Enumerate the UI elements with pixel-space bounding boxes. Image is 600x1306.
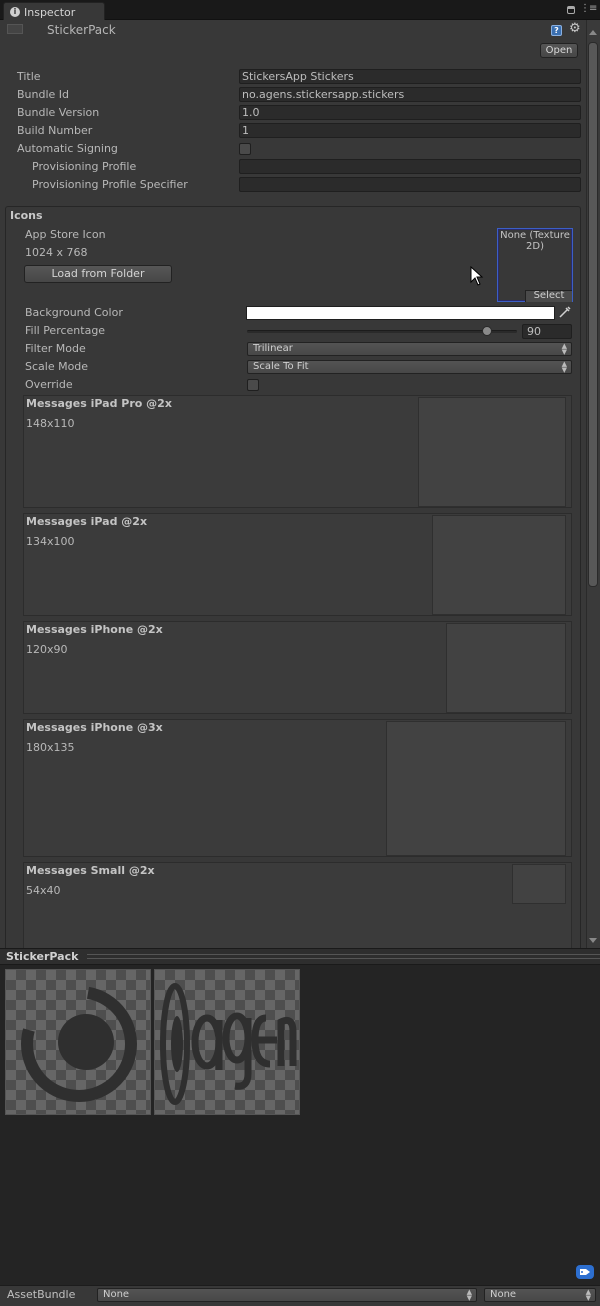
provisioning-specifier-field[interactable] bbox=[239, 177, 581, 192]
fill-percentage-value[interactable]: 90 bbox=[522, 324, 572, 339]
dropdown-arrow-icon: ▲ ▼ bbox=[561, 342, 567, 356]
panel-title: Messages iPhone @2x bbox=[26, 623, 163, 636]
eyedropper-icon[interactable] bbox=[558, 305, 572, 319]
provisioning-profile-label: Provisioning Profile bbox=[32, 160, 137, 173]
icon-slot[interactable] bbox=[418, 397, 566, 507]
messages-ipad-2x-panel: Messages iPad @2x 134x100 bbox=[23, 513, 572, 616]
bundle-version-label: Bundle Version bbox=[17, 106, 100, 119]
tag-icon[interactable] bbox=[576, 1265, 594, 1279]
help-icon[interactable]: ? bbox=[551, 25, 562, 36]
provisioning-profile-field[interactable] bbox=[239, 159, 581, 174]
provisioning-specifier-label: Provisioning Profile Specifier bbox=[32, 178, 188, 191]
icon-slot[interactable] bbox=[386, 721, 566, 856]
override-label: Override bbox=[25, 378, 73, 391]
icon-slot[interactable] bbox=[446, 623, 566, 713]
panel-title: Messages iPad Pro @2x bbox=[26, 397, 172, 410]
panel-title: Messages iPad @2x bbox=[26, 515, 148, 528]
panel-title: Messages iPhone @3x bbox=[26, 721, 163, 734]
open-button[interactable]: Open bbox=[540, 43, 578, 58]
panel-size: 148x110 bbox=[26, 417, 75, 430]
icon-slot[interactable] bbox=[432, 515, 566, 615]
bundle-id-label: Bundle Id bbox=[17, 88, 70, 101]
tab-label: Inspector bbox=[24, 5, 76, 19]
asset-bundle-variant-dropdown[interactable]: None ▲ ▼ bbox=[484, 1288, 596, 1302]
app-store-icon-label: App Store Icon bbox=[25, 228, 106, 241]
asset-icon bbox=[7, 24, 23, 34]
resize-handle[interactable] bbox=[87, 954, 600, 959]
scale-mode-label: Scale Mode bbox=[25, 360, 89, 373]
bundle-id-field[interactable]: no.agens.stickersapp.stickers bbox=[239, 87, 581, 102]
icon-slot[interactable] bbox=[512, 864, 566, 904]
scale-mode-dropdown[interactable]: Scale To Fit ▲ ▼ bbox=[247, 360, 572, 374]
texture-select-button[interactable]: Select bbox=[525, 290, 572, 302]
panel-title: Messages Small @2x bbox=[26, 864, 155, 877]
bundle-version-field[interactable]: 1.0 bbox=[239, 105, 581, 120]
scrollbar-thumb[interactable] bbox=[588, 42, 598, 587]
sticker-pack-title: StickerPack bbox=[6, 950, 79, 963]
info-icon: i bbox=[10, 7, 20, 17]
title-label: Title bbox=[17, 70, 41, 83]
scale-mode-value: Scale To Fit bbox=[253, 361, 309, 372]
lock-icon[interactable] bbox=[567, 6, 575, 14]
filter-mode-label: Filter Mode bbox=[25, 342, 86, 355]
fill-percentage-slider[interactable] bbox=[247, 330, 517, 333]
panel-size: 180x135 bbox=[26, 741, 75, 754]
messages-small-2x-panel: Messages Small @2x 54x40 bbox=[23, 862, 572, 948]
scroll-down-arrow-icon[interactable] bbox=[589, 938, 597, 943]
panel-size: 120x90 bbox=[26, 643, 68, 656]
tab-inspector[interactable]: i Inspector bbox=[3, 2, 105, 21]
load-from-folder-button[interactable]: Load from Folder bbox=[24, 265, 172, 283]
fill-percentage-slider-thumb[interactable] bbox=[482, 326, 492, 336]
messages-iphone-3x-panel: Messages iPhone @3x 180x135 bbox=[23, 719, 572, 857]
sticker-thumbnail[interactable] bbox=[5, 969, 151, 1115]
override-checkbox[interactable] bbox=[247, 379, 259, 391]
automatic-signing-label: Automatic Signing bbox=[17, 142, 118, 155]
panel-size: 54x40 bbox=[26, 884, 61, 897]
fill-percentage-label: Fill Percentage bbox=[25, 324, 106, 337]
asset-bundle-label: AssetBundle bbox=[7, 1288, 76, 1301]
panel-size: 134x100 bbox=[26, 535, 75, 548]
background-color-label: Background Color bbox=[25, 306, 123, 319]
icons-section-title: Icons bbox=[10, 209, 43, 222]
dropdown-arrow-icon: ▲ ▼ bbox=[585, 1288, 591, 1302]
dropdown-arrow-icon: ▲ ▼ bbox=[466, 1288, 472, 1302]
background-color-swatch[interactable] bbox=[246, 306, 555, 320]
asset-name: StickerPack bbox=[47, 23, 116, 37]
menu-icon[interactable]: ⋮≡ bbox=[580, 4, 597, 14]
build-number-field[interactable]: 1 bbox=[239, 123, 581, 138]
automatic-signing-checkbox[interactable] bbox=[239, 143, 251, 155]
gear-icon[interactable]: ⚙ bbox=[569, 22, 581, 35]
filter-mode-dropdown[interactable]: Trilinear ▲ ▼ bbox=[247, 342, 572, 356]
filter-mode-value: Trilinear bbox=[253, 343, 293, 354]
sticker-thumbnail[interactable] bbox=[154, 969, 300, 1115]
agens-logo-icon bbox=[160, 983, 297, 1105]
asset-bundle-dropdown[interactable]: None ▲ ▼ bbox=[97, 1288, 477, 1302]
asset-bundle-value: None bbox=[103, 1289, 130, 1300]
dropdown-arrow-icon: ▲ ▼ bbox=[561, 360, 567, 374]
texture-none-text: None (Texture 2D) bbox=[500, 230, 570, 252]
messages-iphone-2x-panel: Messages iPhone @2x 120x90 bbox=[23, 621, 572, 714]
scroll-up-arrow-icon[interactable] bbox=[589, 30, 597, 35]
app-store-icon-size: 1024 x 768 bbox=[25, 246, 88, 259]
build-number-label: Build Number bbox=[17, 124, 93, 137]
agens-emblem-icon bbox=[21, 986, 137, 1102]
asset-bundle-variant-value: None bbox=[490, 1289, 517, 1300]
messages-ipad-pro-2x-panel: Messages iPad Pro @2x 148x110 bbox=[23, 395, 572, 508]
title-field[interactable]: StickersApp Stickers bbox=[239, 69, 581, 84]
